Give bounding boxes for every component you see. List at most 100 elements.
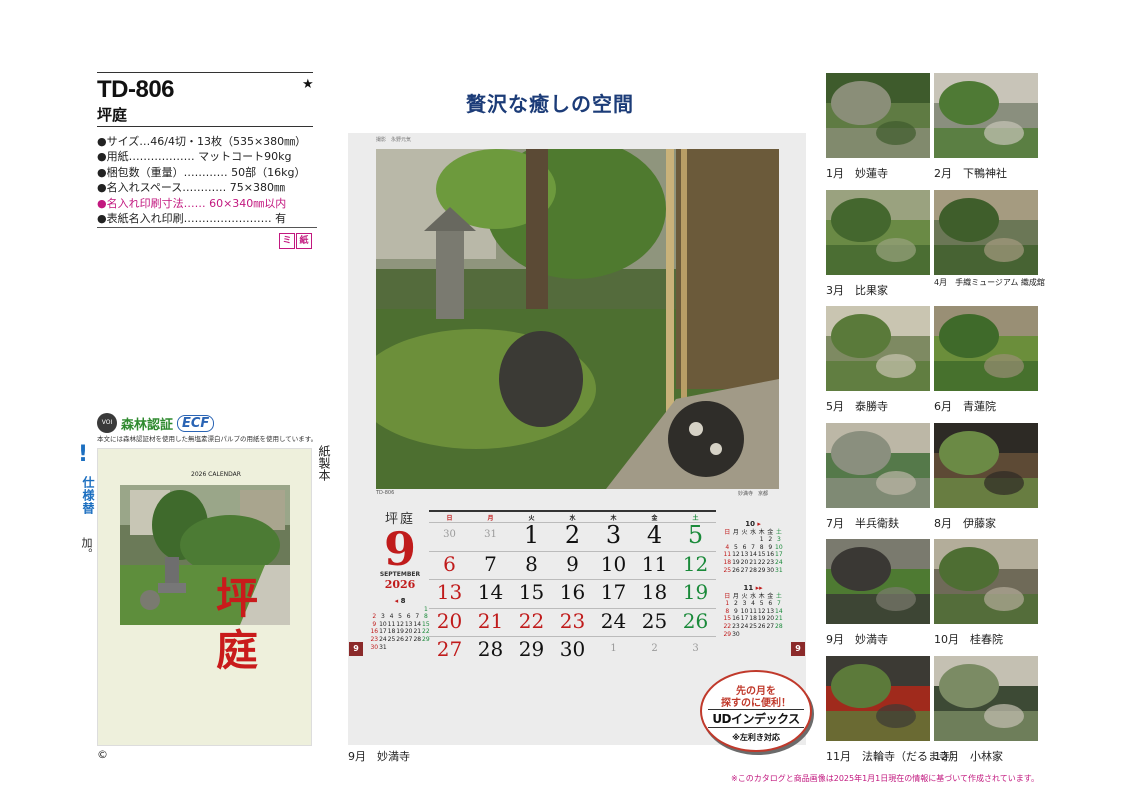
mini-calendar-title: 10 ▸ (745, 520, 761, 528)
mini-calendar-day: 12 (396, 620, 404, 628)
mini-calendar-day: 21 (413, 628, 422, 636)
mini-calendar-day (387, 644, 396, 652)
mini-calendar-day: 31 (775, 566, 783, 574)
mini-calendar-day: 1 (759, 536, 764, 544)
mini-calendar-day (404, 606, 413, 614)
month-grid: 日月火水木金土 30 31 1 2 3 4 5 6 7 8 9 10 11 12 13 14 15 16 17 18 1… (429, 510, 716, 665)
mini-calendar-row: 22 23 24 25 26 27 28 (723, 623, 783, 631)
mini-calendar-day: 30 (766, 566, 775, 574)
index-tab-right: 9 (791, 642, 805, 656)
top-rule (97, 72, 313, 73)
mini-calendar-day: 6 (406, 613, 411, 621)
day-cell: 28 (477, 637, 504, 661)
mini-calendar-day: 15 (723, 615, 732, 623)
mini-calendar-row: 29 30 (723, 631, 783, 639)
month-photo (934, 306, 1038, 392)
mini-calendar-day: 18 (723, 558, 732, 566)
photographer-credit: 撮影 永野元気 (376, 137, 412, 143)
day-cell: 30 (443, 529, 456, 540)
mini-calendar-day: 金 (767, 528, 774, 536)
mini-calendar-day: 9 (733, 607, 738, 615)
day-cell: 21 (477, 608, 504, 633)
mini-calendar-day: 12 (732, 551, 740, 559)
week-row: 6 7 8 9 10 11 12 (429, 550, 716, 580)
month-photo (934, 73, 1038, 158)
day-cell: 24 (600, 608, 627, 633)
mini-calendar-day: 10 (775, 543, 783, 551)
mini-calendar-day: 25 (723, 566, 732, 574)
ud-badge-note: ※左利き対応 (732, 733, 780, 742)
mini-calendar-day: 日 (724, 528, 731, 536)
mini-calendar-day: 10 (740, 607, 749, 615)
mini-calendar-day: 4 (725, 543, 730, 551)
month-thumbnail: 2月 下鴨神社 (934, 73, 1038, 181)
day-cell: 20 (436, 608, 463, 633)
mini-calendar-day: 2 (372, 613, 377, 621)
cover-thumbnail: 2026 CALENDAR 坪庭 (97, 448, 312, 746)
mini-calendar-day: 8 (725, 607, 730, 615)
month-photo (826, 656, 930, 741)
mini-calendar-row: 1234567 (723, 600, 783, 608)
mini-calendar-day: 金 (767, 592, 774, 600)
mini-calendar-day: 25 (387, 635, 396, 643)
mini-calendar-day: 5 (398, 613, 402, 621)
month-caption: 11月 法輪寺（だるま寺） (826, 750, 961, 763)
ud-badge-title: UDインデックス (708, 709, 804, 728)
weekday-label: 月 (487, 515, 494, 522)
ud-badge-line: 探すのに便利！ (721, 698, 791, 709)
week-row: 30 31 1 2 3 4 5 (429, 522, 716, 551)
mini-calendar-day: 18 (387, 628, 396, 636)
month-caption: 9月 妙満寺 (826, 633, 888, 647)
mini-calendar-day: 火 (741, 528, 748, 536)
mini-calendar-day: 28 (413, 635, 422, 643)
mini-calendar-day: 7 (415, 613, 420, 621)
year: 2026 (384, 578, 416, 591)
month-number: 9 (383, 522, 416, 576)
mini-calendar-day: 27 (766, 622, 775, 630)
mini-calendar-day: 28 (775, 622, 783, 630)
calendar-sheet: 撮影 永野元気 TD-806 妙満寺 京都 坪庭 9 SEPTEMBER 202… (348, 133, 806, 745)
mini-calendar-day: 14 (775, 607, 783, 615)
day-cell: 11 (641, 551, 668, 576)
mini-calendar-day: 11 (387, 620, 396, 628)
month-caption: 10月 桂春院 (934, 633, 1003, 647)
month-thumbnail: 12月 小林家 (934, 656, 1038, 764)
mini-calendar-day: 29 (757, 566, 766, 574)
mini-calendar-day: 20 (404, 628, 413, 636)
product-code: TD-806 (97, 76, 175, 103)
mini-calendar-day: 7 (776, 600, 781, 608)
mini-calendar-day: 20 (766, 615, 775, 623)
mini-calendar-day: 16 (370, 628, 379, 636)
mini-calendar-day: 9 (768, 543, 773, 551)
footer-note: ※このカタログと商品画像は2025年1月1日現在の情報に基づいて作成されています… (731, 774, 1039, 783)
month-caption: 4月 手織ミュージアム 織成舘 (934, 277, 1045, 287)
mini-calendar-next: 10 ▸ 日月火水木金土 1 2 3 4 5 6 7 8 9 10 11 12 13 14 15 16 17 18 1… (723, 520, 783, 574)
mini-calendar-day (749, 631, 758, 639)
mini-calendar-day: 14 (413, 620, 422, 628)
mini-calendar-day (723, 536, 732, 544)
cover-title: 坪庭 (216, 574, 259, 675)
paper-badge: 紙 (296, 233, 312, 249)
month-caption: 7月 半兵衛麸 (826, 516, 899, 530)
month-caption: 3月 比果家 (826, 283, 888, 297)
mini-calendar-day (387, 606, 396, 614)
mini-calendar-day: 土 (775, 528, 782, 536)
mini-calendar-day (404, 644, 413, 652)
month-english: SEPTEMBER (379, 571, 421, 578)
mini-calendar-day (413, 644, 422, 652)
mini-calendar-day: 16 (766, 551, 775, 559)
mini-calendar-day: 31 (379, 643, 387, 651)
mini-calendar-day (749, 536, 758, 544)
month-photo (826, 73, 930, 158)
month-thumbnail: 6月 青蓮院 (934, 306, 1038, 414)
ecf-label: ECF (177, 414, 215, 432)
mini-calendar-day: 5 (733, 543, 738, 551)
month-photo (934, 422, 1038, 508)
mini-calendar-day: 12 (757, 607, 766, 615)
day-cell: 10 (600, 551, 627, 576)
mini-calendar-day: 4 (389, 613, 394, 621)
mini-calendar-day: 21 (775, 615, 783, 623)
product-name: 坪庭 (97, 106, 128, 124)
day-cell: 4 (646, 521, 663, 549)
week-row: 13 14 15 16 17 18 19 (429, 579, 716, 608)
